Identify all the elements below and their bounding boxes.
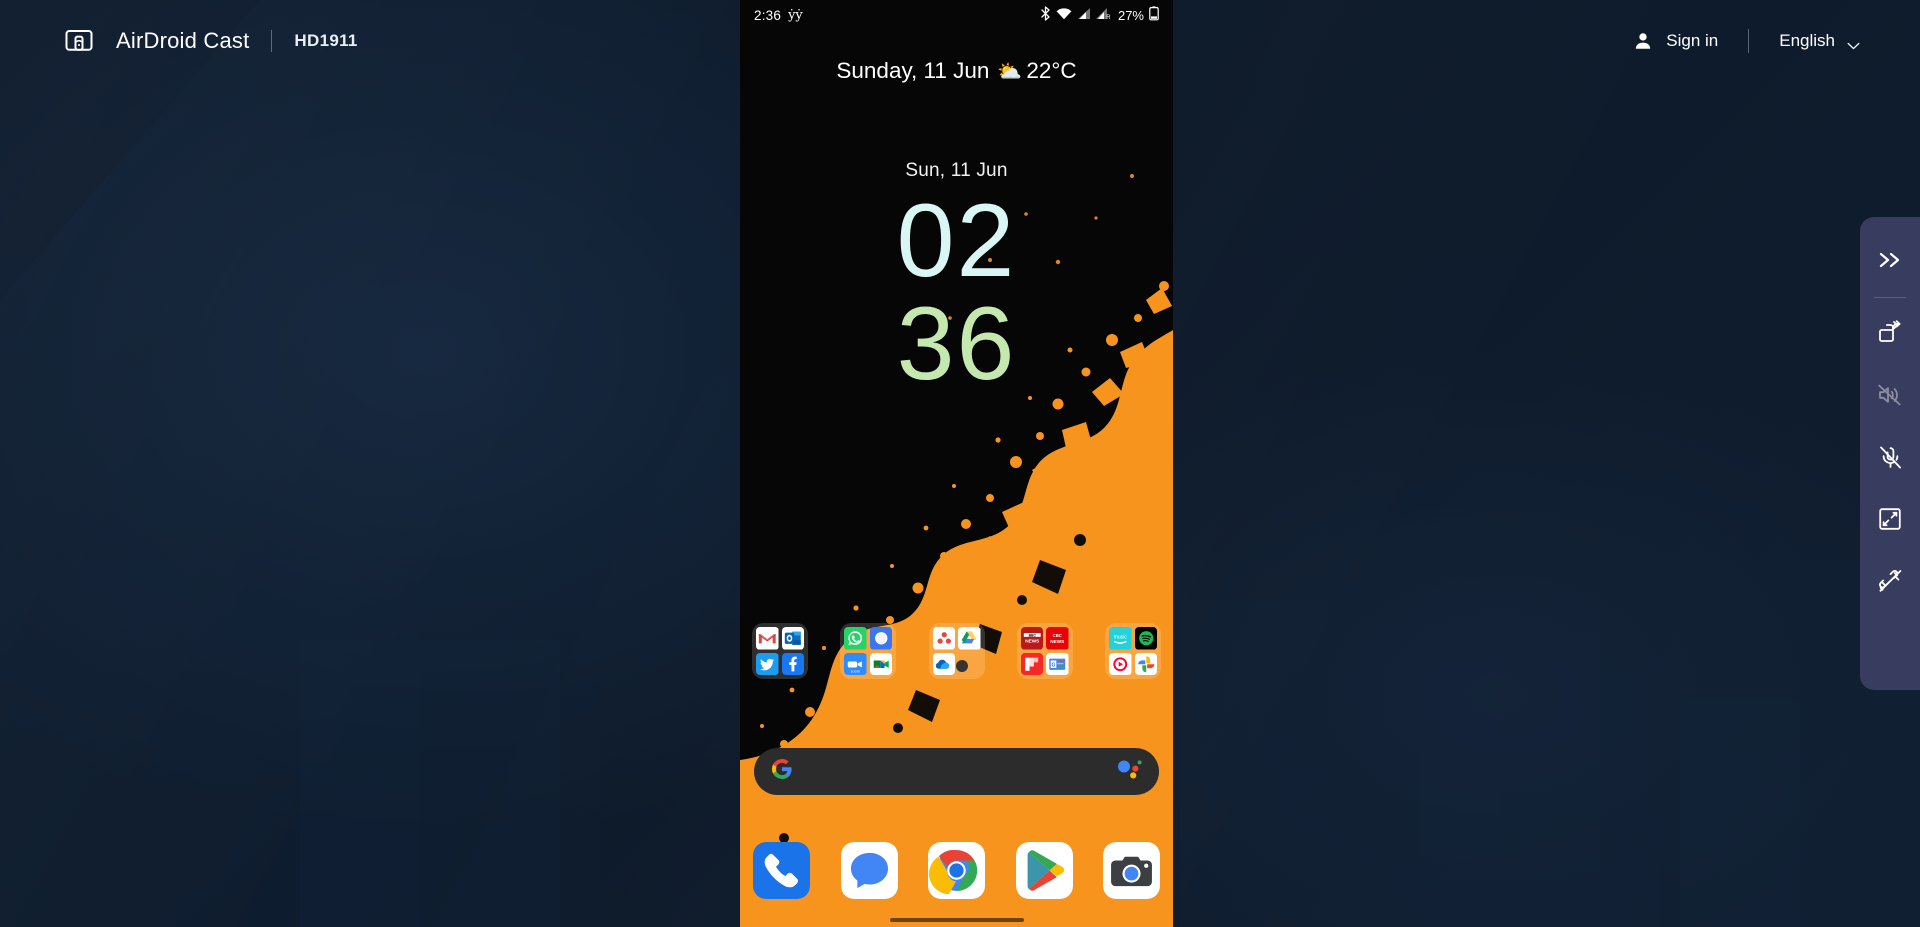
google-search-bar[interactable] bbox=[754, 748, 1159, 795]
messages-app[interactable] bbox=[840, 842, 898, 899]
svg-text:CBC: CBC bbox=[1053, 633, 1062, 638]
home-gesture-bar[interactable] bbox=[889, 918, 1024, 922]
phone-mirror-screen[interactable]: 2:36 ẏẏ R 27% Sunday, 11 Jun ⛅ 22°C Sun,… bbox=[740, 0, 1173, 927]
language-selector[interactable]: English bbox=[1779, 31, 1860, 51]
whatsapp-icon bbox=[844, 627, 867, 650]
svg-text:BBC: BBC bbox=[1028, 633, 1036, 637]
svg-text:zoom: zoom bbox=[851, 669, 860, 673]
play-store-app[interactable] bbox=[1015, 842, 1073, 899]
phone-app[interactable] bbox=[753, 842, 810, 899]
top-bar: AirDroid Cast HD1911 Sign in English bbox=[0, 0, 1920, 82]
svg-text:NEWS: NEWS bbox=[1025, 639, 1039, 644]
facebook-icon bbox=[781, 652, 804, 675]
youtube-music-icon bbox=[1109, 652, 1132, 675]
brand-name: AirDroid Cast bbox=[116, 28, 250, 53]
speaker-muted-icon bbox=[1876, 382, 1904, 408]
bbc-news-icon: BBC NEWS bbox=[1020, 627, 1044, 650]
cbc-news-icon: CBC NEWS bbox=[1046, 627, 1069, 650]
empty-slot bbox=[958, 653, 981, 676]
clock-hours: 02 bbox=[896, 183, 1017, 299]
microphone-muted-icon bbox=[1877, 444, 1904, 471]
svg-text:NEWS: NEWS bbox=[1050, 639, 1064, 644]
language-label: English bbox=[1779, 31, 1835, 50]
amazon-music-icon: music bbox=[1109, 627, 1132, 650]
cloud-storage-folder[interactable] bbox=[928, 623, 985, 679]
device-name: HD1911 bbox=[294, 31, 358, 50]
news-folder[interactable]: BBC NEWS CBC NEWS G bbox=[1016, 623, 1073, 679]
double-chevron-right-icon bbox=[1877, 250, 1903, 270]
rotate-icon bbox=[1877, 320, 1904, 346]
clock-date: Sun, 11 Jun bbox=[905, 160, 1008, 181]
airdroid-cast-window: AirDroid Cast HD1911 Sign in English 2:3… bbox=[0, 0, 1920, 927]
gmail-icon bbox=[756, 627, 779, 650]
sign-in-label: Sign in bbox=[1666, 31, 1719, 50]
chrome-app[interactable] bbox=[928, 842, 985, 899]
svg-text:G: G bbox=[1052, 662, 1056, 668]
zoom-icon: zoom bbox=[844, 652, 867, 675]
svg-text:music: music bbox=[1114, 634, 1128, 640]
chevron-down-icon bbox=[1847, 37, 1860, 50]
messaging-folder[interactable]: zoom bbox=[840, 623, 897, 679]
google-meet-icon bbox=[869, 652, 893, 675]
google-photos-icon bbox=[1134, 652, 1157, 675]
mail-social-folder[interactable] bbox=[752, 623, 808, 679]
person-icon bbox=[1632, 30, 1654, 52]
top-bar-actions: Sign in English bbox=[1632, 29, 1920, 53]
fullscreen-expand-icon bbox=[1877, 506, 1903, 532]
screen-cast-icon bbox=[64, 26, 94, 56]
disconnect-button[interactable] bbox=[1860, 550, 1920, 612]
red-dots-app-icon bbox=[932, 627, 955, 650]
spotify-icon bbox=[1134, 627, 1157, 650]
collapse-panel-button[interactable] bbox=[1860, 229, 1920, 291]
google-news-icon: G bbox=[1046, 652, 1069, 675]
brand-area: AirDroid Cast HD1911 bbox=[0, 26, 358, 56]
fullscreen-button[interactable] bbox=[1860, 488, 1920, 550]
home-screen-folders: zoom BBC NEWS CBC NEWS G music bbox=[740, 623, 1173, 679]
phone-dock bbox=[740, 842, 1173, 899]
brand-divider bbox=[271, 30, 273, 52]
google-assistant-icon[interactable] bbox=[1117, 758, 1143, 785]
clock-minutes: 36 bbox=[896, 285, 1017, 402]
onedrive-icon bbox=[932, 652, 955, 675]
clock-widget[interactable]: Sun, 11 Jun 02 36 bbox=[740, 160, 1173, 396]
sign-in-button[interactable]: Sign in bbox=[1632, 30, 1718, 52]
flipboard-icon bbox=[1020, 652, 1044, 675]
google-g-icon bbox=[770, 757, 794, 786]
topbar-divider bbox=[1748, 29, 1750, 53]
google-drive-icon bbox=[958, 627, 981, 650]
signal-icon bbox=[869, 627, 893, 650]
cast-control-sidebar bbox=[1860, 217, 1920, 690]
media-folder[interactable]: music bbox=[1105, 623, 1161, 679]
toggle-microphone-button[interactable] bbox=[1860, 426, 1920, 488]
outlook-icon bbox=[781, 627, 804, 650]
camera-app[interactable] bbox=[1103, 842, 1160, 899]
disconnect-plug-icon bbox=[1877, 568, 1904, 594]
toggle-sound-button[interactable] bbox=[1860, 364, 1920, 426]
rotate-screen-button[interactable] bbox=[1860, 302, 1920, 364]
twitter-icon bbox=[756, 652, 779, 675]
sidebar-divider bbox=[1874, 297, 1906, 298]
